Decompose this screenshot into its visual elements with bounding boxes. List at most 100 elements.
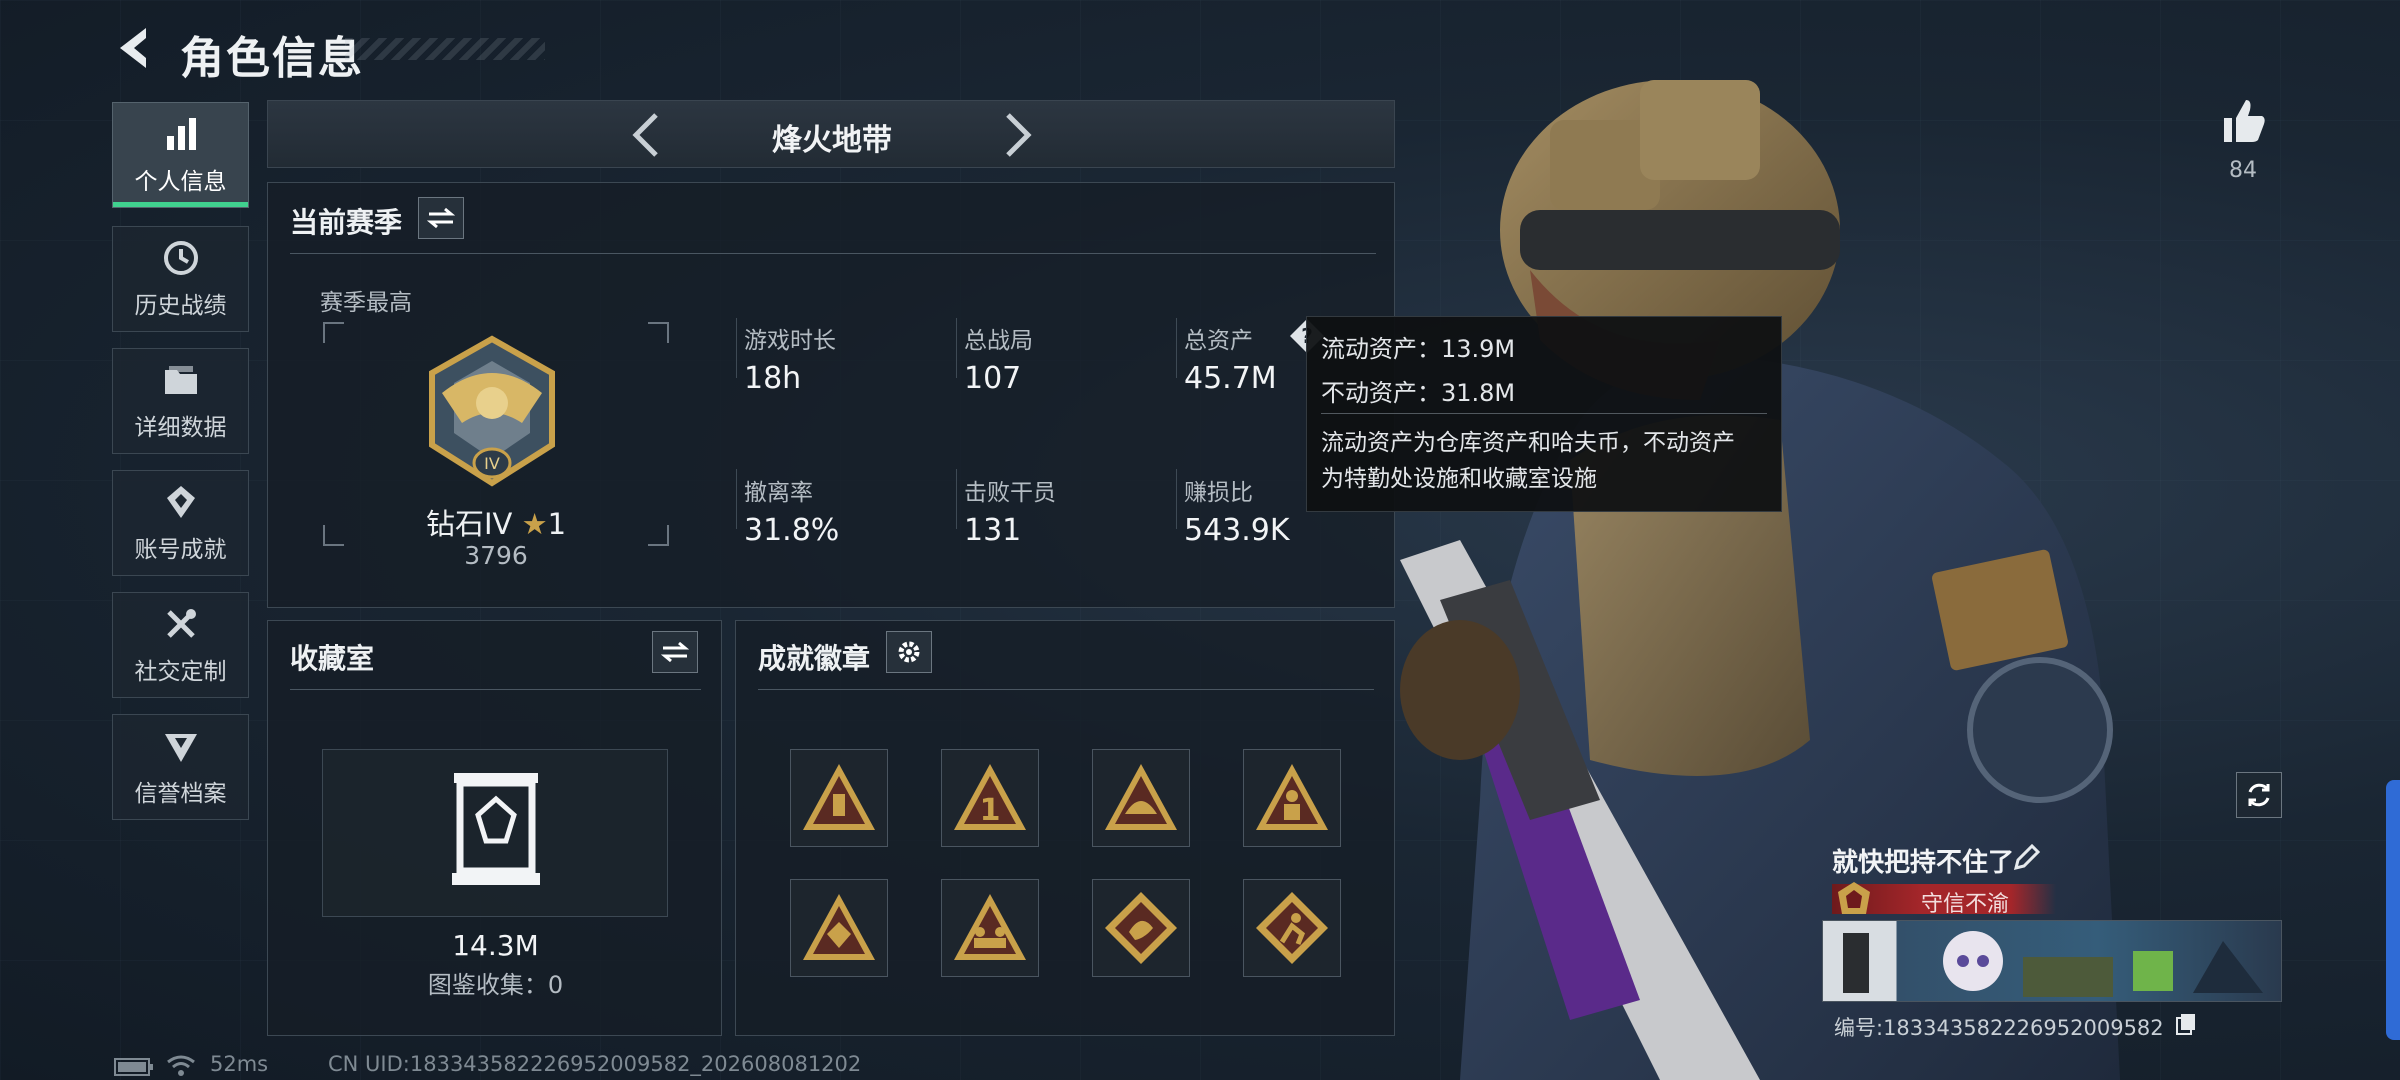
player-id: 编号:1833435822269520095​82 xyxy=(1834,1016,2164,1040)
nav-label: 个人信息 xyxy=(134,169,227,195)
collection-room-panel: 收藏室 14.3M 图鉴收集：0 xyxy=(267,620,722,1036)
stat-value-operators-defeated: 131 xyxy=(964,513,1022,548)
stat-divider xyxy=(956,469,957,529)
panel-divider xyxy=(290,689,701,690)
achievement-badges-panel: 成就徽章 1 xyxy=(735,620,1395,1036)
stat-divider xyxy=(1176,318,1177,378)
tooltip-divider xyxy=(1321,413,1767,414)
season-panel-title: 当前赛季 xyxy=(290,206,403,239)
folder-icon xyxy=(164,366,197,394)
catalog-count: 图鉴收集：0 xyxy=(427,971,564,999)
stat-value-profit-ratio: 543.9K xyxy=(1184,513,1290,548)
stat-value-extract-rate: 31.8% xyxy=(744,513,840,548)
season-switch-button[interactable] xyxy=(418,197,464,239)
badge-runner-icon xyxy=(1256,892,1328,964)
back-button[interactable] xyxy=(110,22,160,74)
tooltip-description-line2: 为特勤处设施和收藏室设施 xyxy=(1321,466,1597,492)
stat-label-play-time: 游戏时长 xyxy=(744,328,836,354)
stat-divider xyxy=(736,318,737,378)
nav-item-detailed-data[interactable]: 详细数据 xyxy=(112,348,249,454)
gear-icon xyxy=(898,641,920,663)
achievement-badge[interactable]: 1 xyxy=(941,749,1039,847)
svg-text:IV: IV xyxy=(484,454,500,473)
rank-display: 钻石IV ★1 xyxy=(368,501,624,543)
network-ping: 52ms xyxy=(210,1052,269,1076)
badge-bottle-icon xyxy=(803,764,875,830)
nav-item-account-achievements[interactable]: 账号成就 xyxy=(112,470,249,576)
nav-label: 信誉档案 xyxy=(134,781,227,807)
title-stripe-decoration xyxy=(345,38,545,60)
nav-label: 详细数据 xyxy=(134,415,227,441)
rank-star-icon: ★ xyxy=(521,507,548,541)
badge-dragon-icon xyxy=(1105,892,1177,964)
title-emblem-icon xyxy=(1838,882,1870,914)
assets-tooltip: 流动资产：13.9M 不动资产：31.8M 流动资产为仓库资产和哈夫币，不动资产… xyxy=(1306,316,1782,512)
stat-label-total-matches: 总战局 xyxy=(964,328,1033,354)
stat-divider xyxy=(1176,469,1177,529)
shield-badge-icon xyxy=(164,734,197,762)
achievement-icon xyxy=(166,486,195,518)
achievement-badge[interactable] xyxy=(941,879,1039,977)
stat-label-profit-ratio: 赚损比 xyxy=(1184,480,1253,506)
player-namecard-banner[interactable] xyxy=(1822,920,2282,1002)
like-count: 84 xyxy=(2229,158,2257,183)
nav-label: 历史战绩 xyxy=(134,293,227,319)
copy-icon[interactable] xyxy=(2174,1012,2198,1036)
page-title: 角色信息 xyxy=(180,33,364,84)
stat-divider xyxy=(736,469,737,529)
panel-divider xyxy=(290,253,1376,254)
stat-value-play-time: 18h xyxy=(744,361,802,396)
wifi-icon xyxy=(167,1055,195,1076)
achievement-badge[interactable] xyxy=(790,749,888,847)
rank-star-count: 1 xyxy=(547,507,567,541)
achievement-badge[interactable] xyxy=(790,879,888,977)
collection-switch-button[interactable] xyxy=(652,631,698,673)
mode-next-arrow[interactable] xyxy=(998,111,1038,159)
rank-name: 钻石IV xyxy=(425,507,513,541)
nav-label: 社交定制 xyxy=(134,659,227,685)
refresh-icon xyxy=(2248,783,2270,807)
tooltip-liquid-assets: 流动资产：13.9M xyxy=(1321,335,1516,363)
badge-number-one-icon: 1 xyxy=(954,764,1026,830)
achievement-badge[interactable] xyxy=(1092,879,1190,977)
stat-label-operators-defeated: 击败干员 xyxy=(964,480,1056,506)
current-season-panel: 当前赛季 赛季最高 IV 钻石IV ★1 3796 游戏时长 18h 总战局 1… xyxy=(267,182,1395,608)
nav-item-personal-info[interactable]: 个人信息 xyxy=(112,102,249,208)
tooltip-description-line1: 流动资产为仓库资产和哈夫币，不动资产 xyxy=(1321,430,1735,456)
achievement-badge[interactable] xyxy=(1092,749,1190,847)
tooltip-fixed-assets: 不动资产：31.8M xyxy=(1321,379,1516,407)
achievement-badge[interactable] xyxy=(1243,879,1341,977)
edit-name-icon[interactable] xyxy=(2012,844,2040,872)
collection-value: 14.3M xyxy=(452,929,539,962)
side-drawer-tab[interactable] xyxy=(2386,780,2400,1040)
badges-settings-button[interactable] xyxy=(886,631,932,673)
player-name: 就快把持不住了 xyxy=(1832,848,2015,878)
rotate-character-button[interactable] xyxy=(2236,772,2282,818)
nav-item-history[interactable]: 历史战绩 xyxy=(112,226,249,332)
rank-score: 3796 xyxy=(464,541,528,570)
stat-value-total-matches: 107 xyxy=(964,361,1022,396)
achievement-badge[interactable] xyxy=(1243,749,1341,847)
swap-icon xyxy=(661,641,689,663)
badge-helmet-icon xyxy=(1105,764,1177,830)
stat-value-total-assets: 45.7M xyxy=(1184,361,1277,396)
account-uid: CN UID:18334358222695200958​2_2026080812… xyxy=(328,1052,862,1076)
nav-item-credit-record[interactable]: 信誉档案 xyxy=(112,714,249,820)
swap-icon xyxy=(427,207,455,229)
namecard-artwork xyxy=(1843,931,2263,997)
display-case-icon xyxy=(452,773,540,885)
stat-label-total-assets: 总资产 xyxy=(1184,328,1253,354)
nav-item-social-custom[interactable]: 社交定制 xyxy=(112,592,249,698)
stat-label-extract-rate: 撤离率 xyxy=(744,480,813,506)
badge-squad-icon xyxy=(954,894,1026,960)
diamond-rank-emblem-icon: IV xyxy=(429,335,555,487)
thumbs-up-icon[interactable] xyxy=(2218,96,2268,146)
battery-icon xyxy=(114,1058,153,1076)
player-title-text: 守信不渝 xyxy=(1920,892,2009,917)
mode-switcher: 烽火地带 xyxy=(267,100,1395,168)
nav-label: 账号成就 xyxy=(134,537,227,563)
collection-panel-title: 收藏室 xyxy=(290,642,375,675)
svg-text:1: 1 xyxy=(980,793,1001,828)
badge-soldier-icon xyxy=(1256,764,1328,830)
badges-panel-title: 成就徽章 xyxy=(758,642,871,675)
